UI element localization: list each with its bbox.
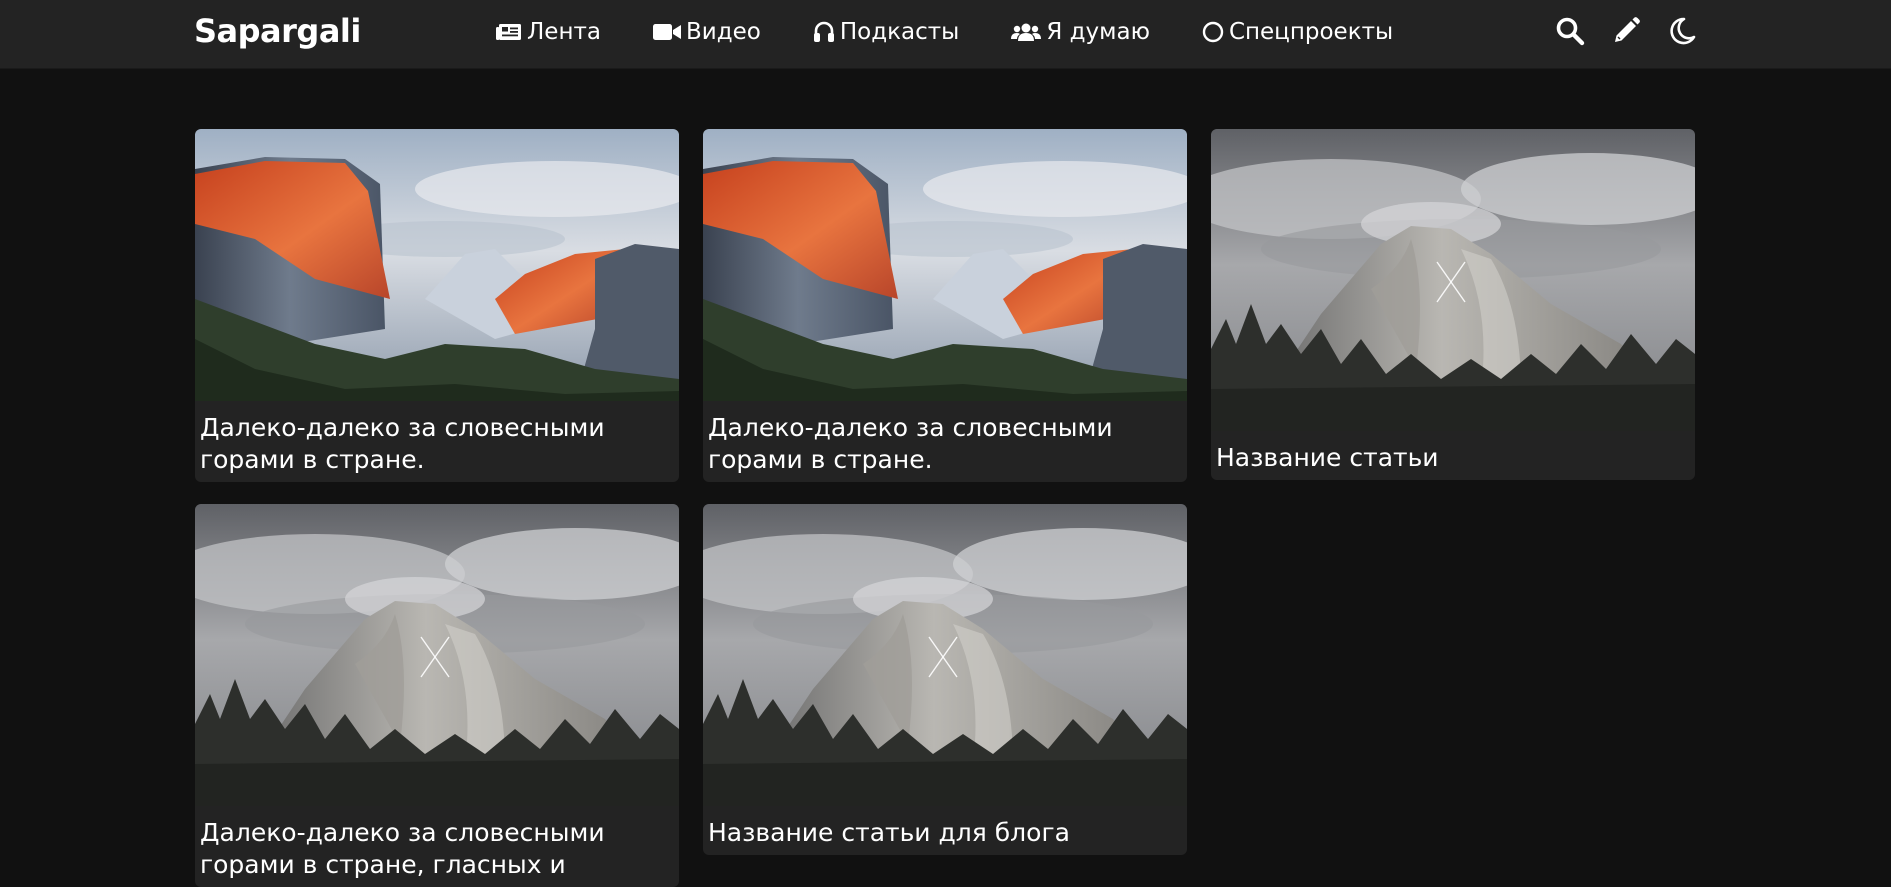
nav-item-podcasts[interactable]: Подкасты (813, 19, 959, 45)
nav-item-label: Спецпроекты (1228, 19, 1394, 45)
theme-toggle-button[interactable] (1665, 14, 1699, 48)
nav-item-label: Я думаю (1046, 19, 1150, 45)
article-card[interactable]: Далеко-далеко за словесными горами в стр… (703, 129, 1187, 482)
circle-icon (1202, 21, 1224, 43)
nav-item-special-projects[interactable]: Спецпроекты (1202, 19, 1393, 45)
card-image (195, 129, 679, 401)
card-image (1211, 129, 1695, 431)
nav-item-label: Лента (527, 19, 601, 45)
nav-item-i-think[interactable]: Я думаю (1011, 19, 1150, 45)
headphones-icon (813, 21, 834, 42)
card-title: Далеко-далеко за словесными горами в стр… (200, 413, 605, 474)
article-card[interactable]: Далеко-далеко за словесными горами в стр… (195, 504, 679, 887)
nav-item-video[interactable]: Видео (652, 19, 761, 45)
card-title: Далеко-далеко за словесными горами в стр… (708, 413, 1113, 474)
card-title: Название статьи (1216, 443, 1439, 472)
top-navbar: Sapargali Лента Видео Подкасты Я думаю С… (0, 0, 1891, 68)
brand-logo[interactable]: Sapargali (194, 12, 361, 50)
write-button[interactable] (1609, 14, 1643, 48)
card-image (195, 504, 679, 806)
pencil-icon (1615, 17, 1640, 42)
article-card[interactable]: Название статьи для блога (703, 504, 1187, 855)
card-title: Далеко-далеко за словесными горами в стр… (200, 818, 605, 879)
newspaper-icon (496, 24, 521, 40)
nav-item-label: Видео (685, 19, 761, 45)
search-icon (1556, 17, 1585, 46)
search-button[interactable] (1553, 14, 1587, 48)
card-image (703, 129, 1187, 401)
card-image (703, 504, 1187, 806)
users-icon (1011, 23, 1042, 41)
article-card[interactable]: Название статьи (1211, 129, 1695, 480)
video-camera-icon (652, 24, 681, 40)
main-nav: Лента Видео Подкасты Я думаю Спецпроекты (496, 0, 1445, 64)
nav-item-label: Подкасты (839, 19, 960, 45)
card-title: Название статьи для блога (708, 818, 1070, 847)
moon-icon (1670, 17, 1696, 45)
nav-tools (1553, 14, 1721, 48)
nav-item-lenta[interactable]: Лента (496, 19, 601, 45)
article-card[interactable]: Далеко-далеко за словесными горами в стр… (195, 129, 679, 482)
